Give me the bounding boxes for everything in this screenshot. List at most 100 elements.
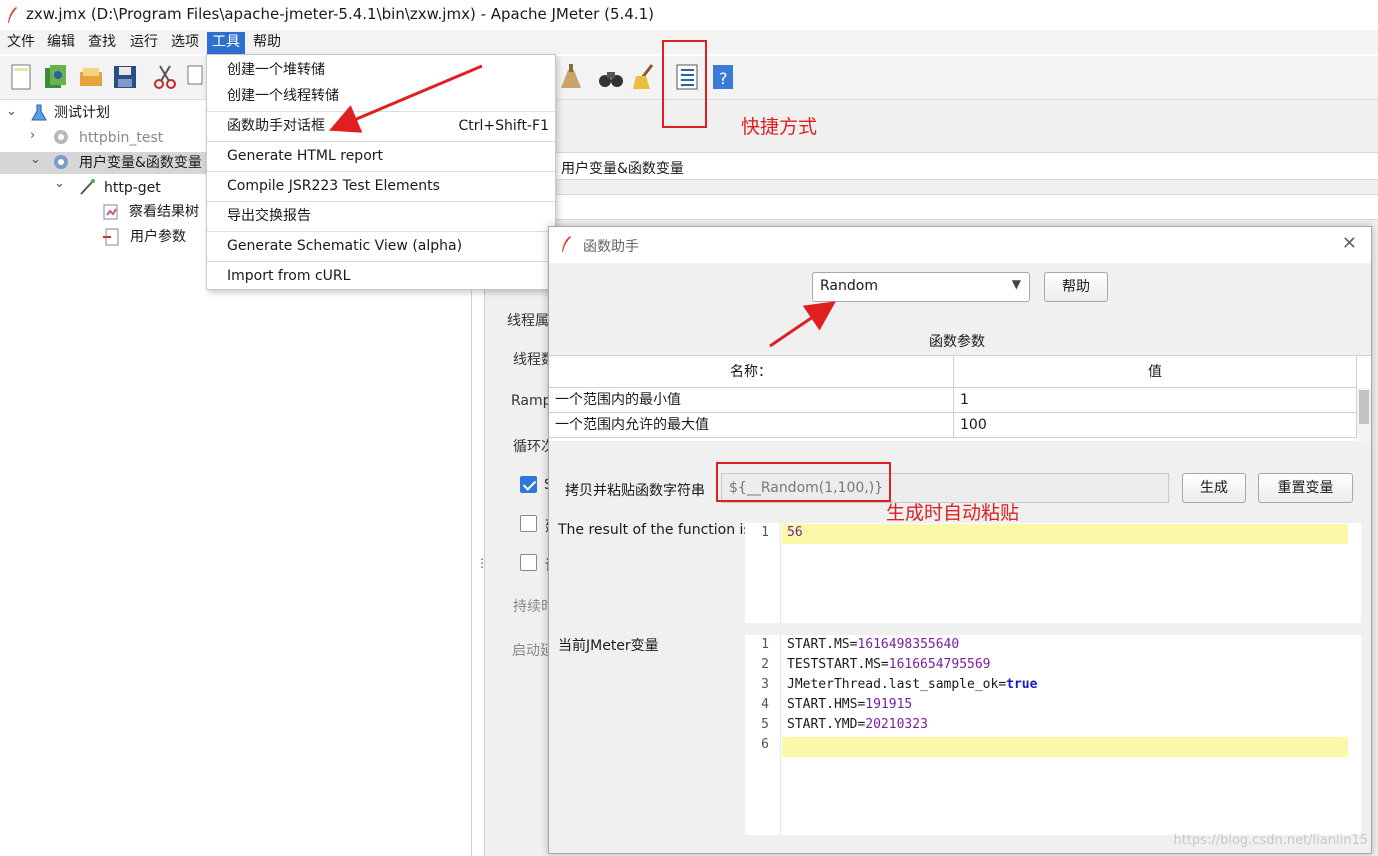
- table-scrollbar[interactable]: [1357, 388, 1371, 442]
- var-line: START.YMD=20210323: [787, 717, 928, 732]
- collapse-chevron-icon[interactable]: ⌄: [30, 152, 41, 167]
- scheduler-checkbox[interactable]: [520, 554, 537, 571]
- line-number: 4: [761, 697, 769, 712]
- generate-button[interactable]: 生成: [1182, 473, 1246, 503]
- gear-icon: [54, 155, 68, 169]
- menu-options[interactable]: 选项: [166, 32, 204, 54]
- var-line: JMeterThread.last_sample_ok=true: [787, 677, 1037, 692]
- var-key: START.HMS=: [787, 697, 866, 712]
- collapse-chevron-icon[interactable]: ⌄: [6, 104, 17, 119]
- menu-item-label: 函数助手对话框: [227, 118, 325, 134]
- menu-item-label: 创建一个堆转储: [227, 62, 325, 78]
- menu-item-schematic-view[interactable]: Generate Schematic View (alpha): [207, 233, 555, 259]
- table-cell-param-name[interactable]: 一个范围内允许的最大值: [549, 413, 954, 438]
- tree-node-test-plan[interactable]: 测试计划: [54, 101, 110, 125]
- menu-item-import-curl[interactable]: Import from cURL: [207, 263, 555, 289]
- tree-node-view-results[interactable]: 察看结果树: [129, 200, 199, 224]
- menu-divider: [207, 171, 555, 172]
- function-select[interactable]: Random ▼: [812, 272, 1030, 302]
- function-string-highlight-box: [716, 462, 891, 502]
- menu-divider: [207, 231, 555, 232]
- jmeter-feather-icon: [562, 236, 571, 252]
- menu-divider: [207, 141, 555, 142]
- close-icon[interactable]: ✕: [1342, 233, 1357, 254]
- result-label: The result of the function is: [558, 522, 751, 538]
- menu-file[interactable]: 文件: [2, 32, 40, 54]
- scrollbar-thumb[interactable]: [1359, 390, 1369, 424]
- jmeter-vars-editor[interactable]: 1 START.MS=1616498355640 2 TESTSTART.MS=…: [745, 635, 1361, 835]
- menu-divider: [207, 261, 555, 262]
- menu-edit[interactable]: 编辑: [42, 32, 80, 54]
- search-binoculars-icon[interactable]: [596, 62, 626, 92]
- menu-item-function-helper[interactable]: 函数助手对话框 Ctrl+Shift-F1: [207, 113, 555, 139]
- shortcut-highlight-box: [662, 40, 707, 128]
- new-file-icon[interactable]: [6, 62, 36, 92]
- menu-search[interactable]: 查找: [83, 32, 121, 54]
- menu-item-label: Import from cURL: [227, 268, 351, 284]
- line-number: 5: [761, 717, 769, 732]
- params-title: 函数参数: [929, 334, 985, 350]
- menu-item-thread-dump[interactable]: 创建一个线程转储: [207, 83, 555, 109]
- menu-item-compile-jsr223[interactable]: Compile JSR223 Test Elements: [207, 173, 555, 199]
- expand-chevron-icon[interactable]: ›: [30, 128, 35, 143]
- help-button[interactable]: 帮助: [1044, 272, 1108, 302]
- templates-icon[interactable]: [40, 62, 70, 92]
- tree-node-http-get[interactable]: http-get: [104, 176, 161, 200]
- clear-all-icon[interactable]: [556, 62, 586, 92]
- chevron-down-icon: ▼: [1011, 277, 1021, 291]
- user-params-icon: [103, 228, 119, 246]
- gear-icon: [54, 130, 68, 144]
- cut-icon[interactable]: [150, 62, 180, 92]
- menu-divider: [207, 201, 555, 202]
- name-field-value: 用户变量&函数变量: [561, 161, 684, 177]
- open-icon[interactable]: [76, 62, 106, 92]
- name-field[interactable]: 用户变量&函数变量: [555, 152, 1378, 180]
- var-key: START.YMD=: [787, 717, 866, 732]
- function-select-value: Random: [820, 278, 878, 294]
- menu-item-label: 导出交换报告: [227, 208, 311, 224]
- tree-node-httpbin-test[interactable]: httpbin_test: [79, 126, 163, 150]
- function-helper-dialog: 函数助手 ✕ Random ▼ 帮助 函数参数 名称： 值 一个范围内的最小值 …: [548, 226, 1372, 854]
- var-line: START.HMS=191915: [787, 697, 912, 712]
- table-cell-param-name[interactable]: 一个范围内的最小值: [549, 388, 954, 413]
- help-book-icon[interactable]: ?: [708, 62, 738, 92]
- thread-props-label: 线程属: [507, 313, 549, 329]
- menu-tools[interactable]: 工具: [207, 32, 245, 54]
- var-line: START.MS=1616498355640: [787, 637, 959, 652]
- menu-item-html-report[interactable]: Generate HTML report: [207, 143, 555, 169]
- menu-item-label: 创建一个线程转储: [227, 88, 339, 104]
- menu-item-heap-dump[interactable]: 创建一个堆转储: [207, 57, 555, 83]
- ramp-up-label: Ramp: [511, 393, 552, 409]
- var-key: JMeterThread.last_sample_ok=: [787, 677, 1007, 692]
- window-title: zxw.jmx (D:\Program Files\apache-jmeter-…: [26, 5, 654, 23]
- collapse-chevron-icon[interactable]: ⌄: [54, 176, 65, 191]
- menu-item-shortcut: Ctrl+Shift-F1: [458, 118, 549, 134]
- same-user-checkbox[interactable]: [520, 476, 537, 493]
- delay-thread-checkbox[interactable]: [520, 515, 537, 532]
- var-value: true: [1006, 677, 1038, 692]
- sampler-pipette-icon: [80, 179, 95, 195]
- var-key: TESTSTART.MS=: [787, 657, 889, 672]
- svg-text:?: ?: [719, 69, 728, 88]
- line-number: 2: [761, 657, 769, 672]
- line-number: 6: [761, 737, 769, 752]
- table-cell-param-value[interactable]: 1: [954, 388, 1357, 413]
- var-value: 20210323: [865, 717, 928, 732]
- tree-node-user-vars[interactable]: 用户变量&函数变量: [79, 151, 202, 175]
- menu-item-export-report[interactable]: 导出交换报告: [207, 203, 555, 229]
- dialog-title: 函数助手: [583, 239, 639, 255]
- title-bar: zxw.jmx (D:\Program Files\apache-jmeter-…: [0, 0, 1378, 30]
- save-icon[interactable]: [110, 62, 140, 92]
- menu-run[interactable]: 运行: [125, 32, 163, 54]
- jmeter-feather-icon: [8, 7, 17, 23]
- result-editor[interactable]: 1 56: [745, 523, 1361, 623]
- reset-vars-button[interactable]: 重置变量: [1258, 473, 1353, 503]
- comment-field[interactable]: [555, 194, 1378, 220]
- menu-help[interactable]: 帮助: [248, 32, 286, 54]
- copy-string-label: 拷贝并粘贴函数字符串: [565, 483, 705, 499]
- tree-node-user-params[interactable]: 用户参数: [130, 225, 186, 249]
- results-tree-icon: [103, 204, 118, 220]
- reset-search-broom-icon[interactable]: [630, 62, 660, 92]
- table-cell-param-value[interactable]: 100: [954, 413, 1357, 438]
- dialog-title-bar: 函数助手 ✕: [549, 227, 1371, 263]
